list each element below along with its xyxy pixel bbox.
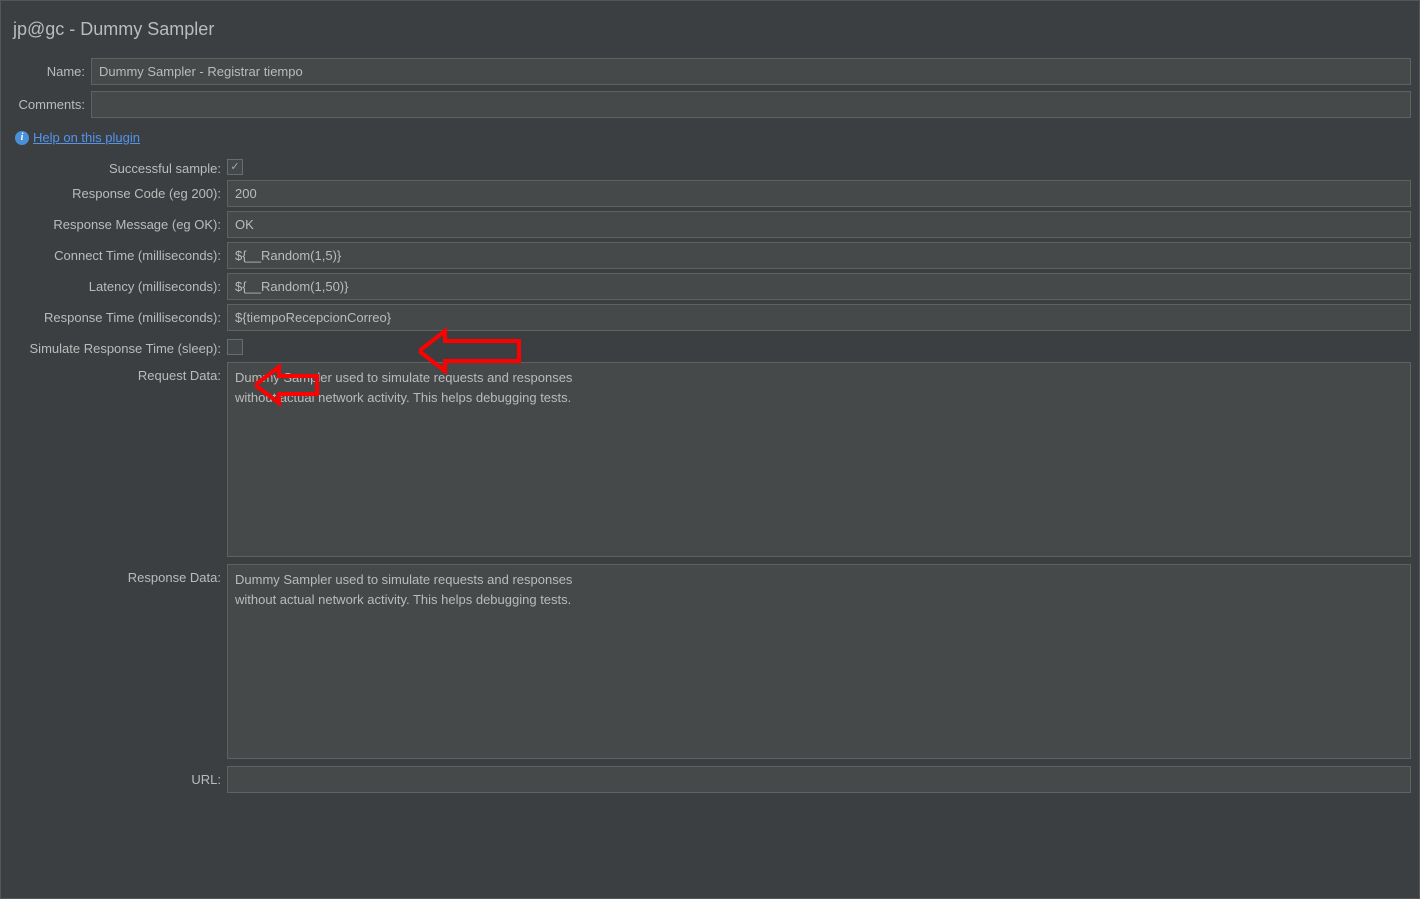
response-time-input[interactable] (227, 304, 1411, 331)
response-message-row: Response Message (eg OK): (9, 211, 1411, 238)
url-input[interactable] (227, 766, 1411, 793)
comments-label: Comments: (9, 91, 91, 112)
simulate-sleep-label: Simulate Response Time (sleep): (9, 335, 227, 356)
request-data-textarea[interactable]: Dummy Sampler used to simulate requests … (227, 362, 1411, 557)
response-code-label: Response Code (eg 200): (9, 180, 227, 201)
info-icon: i (15, 131, 29, 145)
successful-sample-label: Successful sample: (9, 155, 227, 176)
simulate-sleep-row: Simulate Response Time (sleep): (9, 335, 1411, 358)
comments-row: Comments: (9, 91, 1411, 118)
response-data-row: Response Data: Dummy Sampler used to sim… (9, 564, 1411, 762)
response-message-input[interactable] (227, 211, 1411, 238)
response-message-label: Response Message (eg OK): (9, 211, 227, 232)
help-link[interactable]: Help on this plugin (33, 130, 140, 145)
response-code-input[interactable] (227, 180, 1411, 207)
panel-heading: jp@gc - Dummy Sampler (9, 7, 1411, 58)
dummy-sampler-panel: jp@gc - Dummy Sampler Name: Comments: i … (0, 0, 1420, 899)
url-label: URL: (9, 766, 227, 787)
name-row: Name: (9, 58, 1411, 85)
response-data-label: Response Data: (9, 564, 227, 585)
request-data-row: Request Data: Dummy Sampler used to simu… (9, 362, 1411, 560)
response-time-row: Response Time (milliseconds): (9, 304, 1411, 331)
successful-sample-checkbox[interactable] (227, 159, 243, 175)
latency-row: Latency (milliseconds): (9, 273, 1411, 300)
connect-time-row: Connect Time (milliseconds): (9, 242, 1411, 269)
successful-sample-row: Successful sample: (9, 155, 1411, 176)
response-time-label: Response Time (milliseconds): (9, 304, 227, 325)
latency-label: Latency (milliseconds): (9, 273, 227, 294)
response-data-textarea[interactable]: Dummy Sampler used to simulate requests … (227, 564, 1411, 759)
connect-time-input[interactable] (227, 242, 1411, 269)
simulate-sleep-checkbox[interactable] (227, 339, 243, 355)
help-row: i Help on this plugin (9, 124, 1411, 155)
url-row: URL: (9, 766, 1411, 793)
latency-input[interactable] (227, 273, 1411, 300)
name-label: Name: (9, 58, 91, 79)
comments-input[interactable] (91, 91, 1411, 118)
request-data-label: Request Data: (9, 362, 227, 383)
connect-time-label: Connect Time (milliseconds): (9, 242, 227, 263)
form-section: Successful sample: Response Code (eg 200… (9, 155, 1411, 793)
name-input[interactable] (91, 58, 1411, 85)
response-code-row: Response Code (eg 200): (9, 180, 1411, 207)
